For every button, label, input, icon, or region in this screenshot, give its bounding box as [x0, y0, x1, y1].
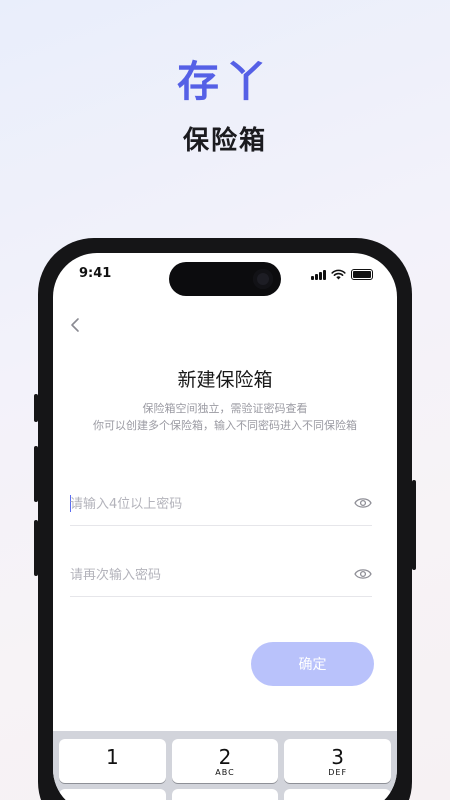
keyboard-key-1[interactable]: 1	[59, 739, 166, 783]
phone-side-button	[34, 520, 38, 576]
status-icons	[311, 268, 373, 280]
key-digit: 1	[105, 745, 119, 769]
phone-side-button	[34, 446, 38, 502]
keyboard-key-6[interactable]	[284, 789, 391, 800]
app-brand-title: 存丫	[176, 57, 273, 106]
promo-subtitle: 保险箱	[182, 126, 267, 156]
key-digit: 3	[331, 745, 345, 769]
key-letters: ABC	[215, 768, 235, 777]
key-digit	[284, 789, 391, 796]
key-digit	[172, 789, 279, 796]
key-letters: DEF	[328, 768, 348, 777]
chevron-left-icon	[71, 318, 79, 332]
eye-icon[interactable]	[354, 496, 372, 510]
keyboard-key-2[interactable]: 2 ABC	[171, 739, 279, 783]
wifi-icon	[331, 269, 346, 280]
page-description: 保险箱空间独立，需验证密码查看 你可以创建多个保险箱，输入不同密码进入不同保险箱	[53, 400, 397, 434]
numeric-keyboard: 1 2 ABC 3 DEF	[53, 731, 397, 800]
keyboard-key-4[interactable]	[59, 789, 166, 800]
key-digit	[59, 789, 166, 796]
password-input[interactable]	[70, 492, 330, 516]
key-digit: 2	[218, 745, 232, 769]
description-line: 你可以创建多个保险箱，输入不同密码进入不同保险箱	[93, 419, 357, 432]
eye-icon[interactable]	[354, 567, 372, 581]
battery-icon	[351, 269, 373, 280]
confirm-password-field	[70, 553, 372, 597]
keyboard-key-3[interactable]: 3 DEF	[284, 739, 391, 783]
password-field	[70, 482, 372, 526]
camera-icon	[253, 269, 273, 289]
keyboard-key-5[interactable]	[171, 789, 279, 800]
status-time: 9:41	[79, 266, 112, 281]
phone-side-button	[34, 394, 38, 422]
back-button[interactable]	[67, 313, 83, 337]
dynamic-island	[169, 262, 281, 296]
page-title: 新建保险箱	[177, 369, 273, 391]
signal-icon	[311, 270, 326, 280]
confirm-password-input[interactable]	[70, 563, 330, 587]
description-line: 保险箱空间独立，需验证密码查看	[142, 402, 308, 415]
phone-power-button	[412, 480, 416, 570]
confirm-button[interactable]: 确定	[251, 642, 374, 686]
phone-screen: 9:41 新建保险箱 保险箱空间独立，需验证密码查看 你可以创建多个保险箱，输入…	[53, 253, 397, 800]
